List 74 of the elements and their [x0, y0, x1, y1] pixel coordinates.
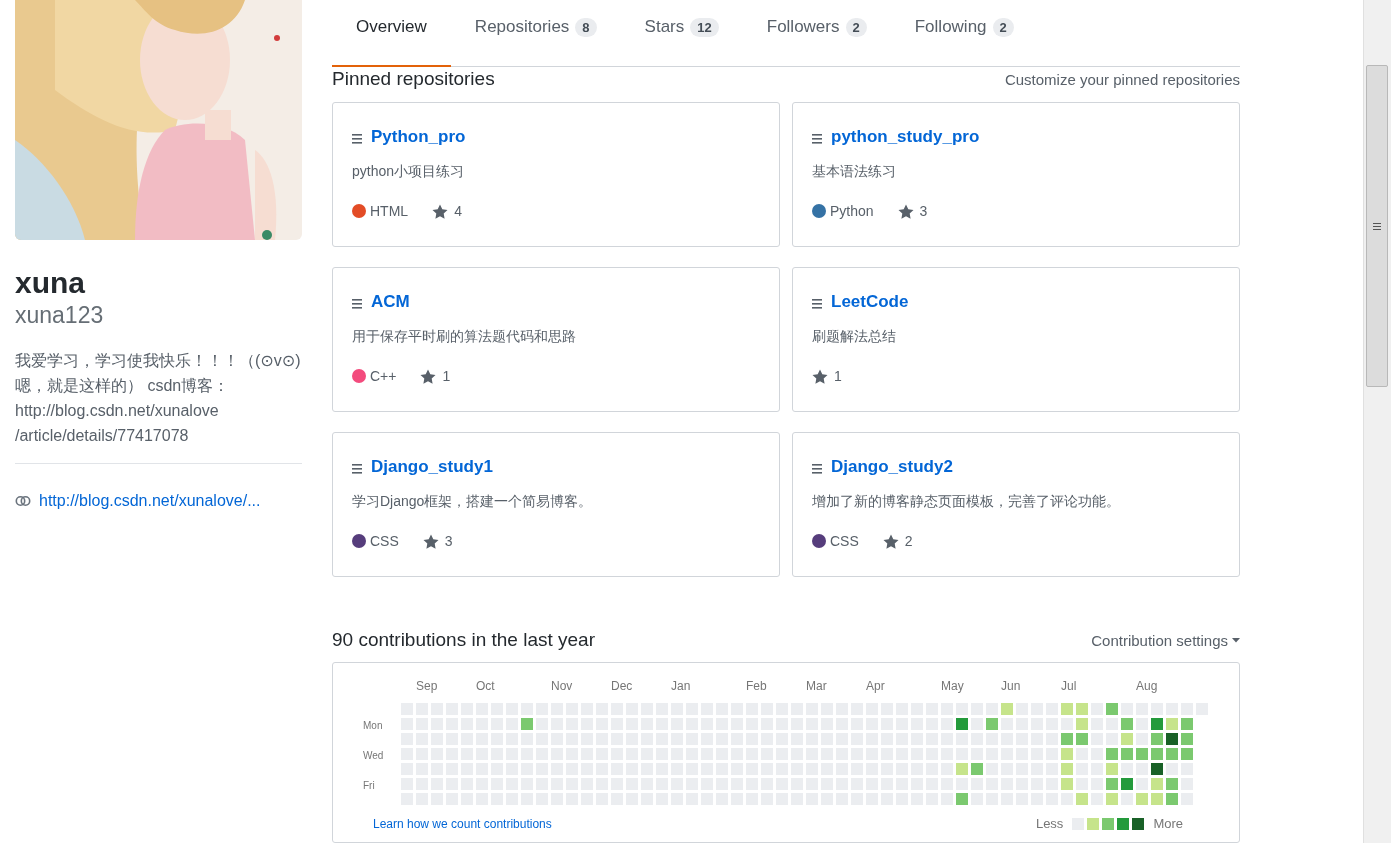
star-count: 1: [442, 368, 451, 384]
star-count: 1: [834, 368, 842, 384]
repo-icon: [352, 132, 362, 145]
language-label: Python: [830, 203, 874, 219]
repo-description: 用于保存平时刷的算法题代码和思路: [352, 327, 577, 346]
month-label: May: [941, 679, 964, 694]
star-icon: [882, 533, 899, 549]
day-label: Wed: [363, 749, 385, 763]
profile-name: xuna: [15, 266, 87, 300]
star-count: 4: [454, 203, 462, 219]
repo-link[interactable]: LeetCode: [831, 292, 909, 312]
repo-link[interactable]: python_study_pro: [831, 127, 980, 147]
star-icon: [812, 368, 828, 384]
customize-link[interactable]: Customize your pinned repositories: [1004, 71, 1240, 88]
section-title: Pinned repositories: [332, 68, 495, 90]
contributions-title: 90 contributions in the last year: [332, 629, 595, 651]
tab-count: 8: [575, 18, 597, 37]
language-label: CSS: [830, 533, 859, 549]
month-label: Apr: [866, 679, 885, 694]
repo-icon: [812, 462, 822, 475]
month-label: Jan: [671, 679, 691, 694]
tab[interactable]: Stars 12: [620, 0, 743, 67]
learn-link[interactable]: Learn how we count contributions: [373, 816, 552, 831]
profile-username: xuna123: [15, 301, 105, 330]
month-label: Dec: [611, 679, 633, 694]
repo-icon: [352, 462, 362, 475]
month-label: Oct: [476, 679, 495, 694]
repo-link[interactable]: Django_study2: [831, 457, 953, 477]
star-count: 3: [444, 533, 453, 549]
profile-bio: 我爱学习，学习使我快乐！！！（(⊙v⊙)嗯，就是这样的） csdn博客：http://blog.csdn.net/xunalove /article/details/77417078: [15, 351, 302, 446]
tab-count: 2: [845, 18, 867, 37]
month-label: Aug: [1136, 679, 1158, 694]
day-label: Fri: [363, 779, 376, 793]
month-label: Jun: [1001, 679, 1021, 694]
settings-dropdown[interactable]: Contribution settings: [1091, 632, 1240, 649]
star-icon: [422, 533, 439, 549]
tab-count: 12: [690, 18, 719, 37]
language-label: CSS: [370, 533, 399, 549]
tab[interactable]: Following 2: [890, 0, 1038, 67]
star-icon: [897, 203, 914, 219]
caret-icon: [1232, 638, 1240, 643]
repo-description: 刷题解法总结: [812, 327, 897, 346]
language-label: C++: [370, 368, 397, 384]
repo-icon: [812, 297, 822, 310]
tab[interactable]: Followers 2: [742, 0, 891, 67]
legend-label: More: [1153, 816, 1183, 831]
scrollbar-thumb[interactable]: [1366, 65, 1388, 387]
star-icon: [432, 203, 449, 219]
day-label: Mon: [363, 719, 384, 733]
repo-link[interactable]: Python_pro: [371, 127, 466, 147]
repo-description: 增加了新的博客静态页面模板，完善了评论功能。: [812, 492, 1121, 511]
repo-link[interactable]: ACM: [371, 292, 410, 312]
repo-icon: [352, 297, 362, 310]
month-label: Feb: [746, 679, 767, 694]
language-label: HTML: [370, 203, 409, 219]
repo-description: 学习Django框架，搭建一个简易博客。: [352, 492, 594, 511]
month-label: Sep: [416, 679, 438, 694]
tab[interactable]: Repositories 8: [450, 0, 621, 67]
tab-count: 2: [992, 18, 1014, 37]
star-count: 3: [919, 203, 928, 219]
repo-link[interactable]: Django_study1: [371, 457, 493, 477]
repo-description: 基本语法练习: [812, 162, 897, 181]
month-label: Nov: [551, 679, 573, 694]
link-icon: [15, 493, 31, 509]
legend-label: Less: [1035, 816, 1064, 831]
star-count: 2: [904, 533, 913, 549]
month-label: Jul: [1061, 679, 1077, 694]
star-icon: [420, 368, 437, 384]
scrollbar[interactable]: [1363, 0, 1391, 843]
blog-link[interactable]: http://blog.csdn.net/xunalove/...: [39, 492, 261, 510]
repo-icon: [812, 132, 822, 145]
month-label: Mar: [806, 679, 827, 694]
tab[interactable]: Overview: [332, 0, 451, 67]
repo-description: python小项目练习: [352, 162, 466, 181]
